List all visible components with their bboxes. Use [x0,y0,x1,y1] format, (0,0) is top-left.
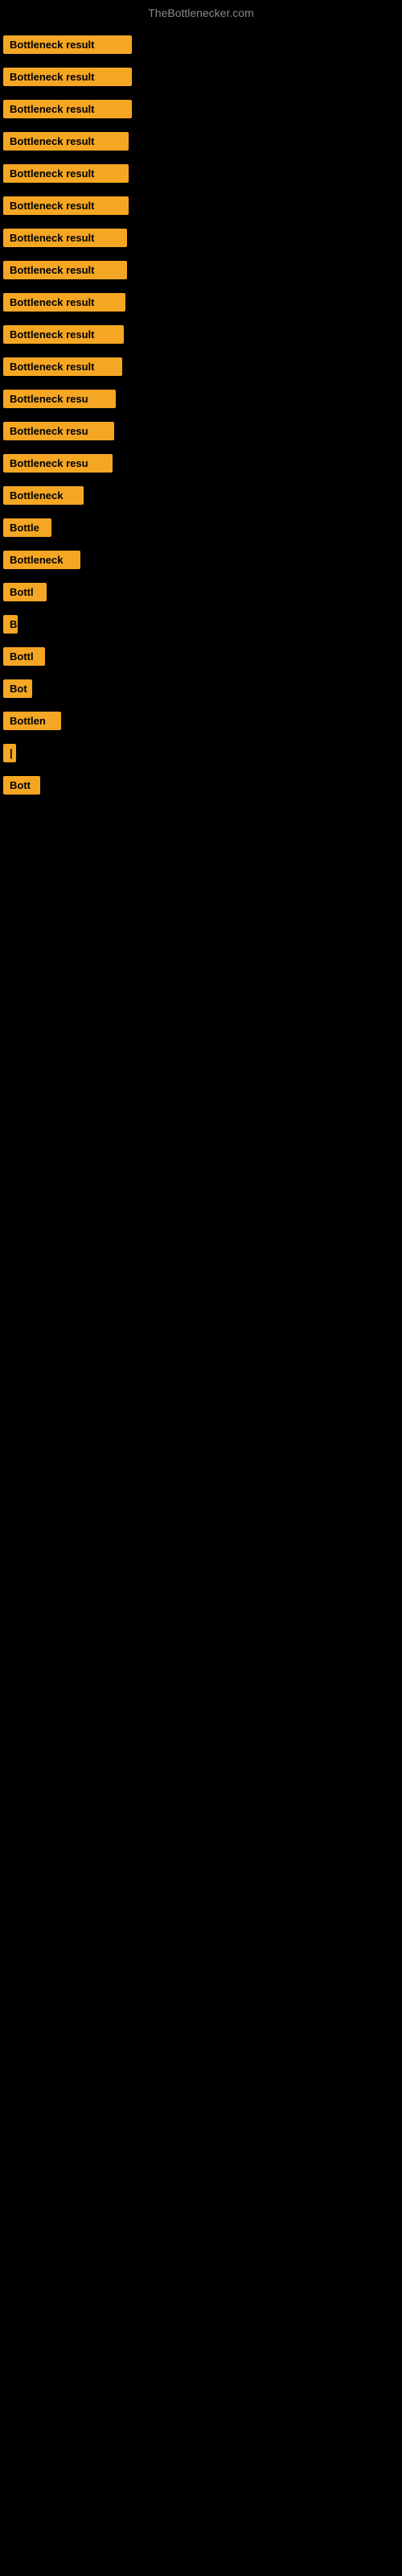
result-row: Bot [0,675,402,707]
bottleneck-badge[interactable]: Bottleneck result [3,261,127,279]
bottleneck-badge[interactable]: Bottleneck result [3,325,124,344]
result-row: Bottleneck result [0,159,402,192]
bottleneck-badge[interactable]: Bottl [3,647,45,666]
bottleneck-badge[interactable]: Bottleneck [3,486,84,505]
result-row: Bottleneck [0,481,402,514]
bottleneck-badge[interactable]: Bottleneck resu [3,454,113,473]
bottleneck-badge[interactable]: Bottlen [3,712,61,730]
result-row: Bottleneck resu [0,385,402,417]
result-row: Bottleneck result [0,192,402,224]
bottleneck-badge[interactable]: Bottleneck result [3,164,129,183]
bottleneck-badge[interactable]: Bottleneck result [3,293,125,312]
site-header: TheBottlenecker.com [0,0,402,31]
results-container: Bottleneck result Bottleneck result Bottle… [0,31,402,803]
bottleneck-badge[interactable]: Bottle [3,518,51,537]
bottleneck-badge[interactable]: Bottleneck result [3,357,122,376]
result-row: Bott [0,771,402,803]
result-row: Bottleneck result [0,127,402,159]
result-row: Bottleneck result [0,63,402,95]
result-row: Bottleneck resu [0,417,402,449]
result-row: Bottl [0,642,402,675]
bottleneck-badge[interactable]: Bottleneck [3,551,80,569]
bottleneck-badge[interactable]: Bottleneck resu [3,422,114,440]
bottleneck-badge[interactable]: Bottleneck result [3,100,132,118]
result-row: Bottleneck result [0,31,402,63]
bottleneck-badge[interactable]: Bottleneck resu [3,390,116,408]
result-row: Bottleneck result [0,320,402,353]
bottleneck-badge[interactable]: Bottl [3,583,47,601]
page-wrapper: TheBottlenecker.com Bottleneck resultBot… [0,0,402,803]
result-row: Bottleneck result [0,256,402,288]
bottleneck-badge[interactable]: Bot [3,679,32,698]
result-row: | [0,739,402,771]
result-row: Bottl [0,578,402,610]
result-row: Bottleneck result [0,224,402,256]
bottleneck-badge[interactable]: Bottleneck result [3,35,132,54]
result-row: Bottleneck [0,546,402,578]
result-row: Bottleneck result [0,95,402,127]
bottleneck-badge[interactable]: Bottleneck result [3,196,129,215]
bottleneck-badge[interactable]: B [3,615,18,634]
bottleneck-badge[interactable]: Bott [3,776,40,795]
bottleneck-badge[interactable]: Bottleneck result [3,229,127,247]
bottleneck-badge[interactable]: Bottleneck result [3,68,132,86]
result-row: Bottleneck result [0,353,402,385]
result-row: Bottle [0,514,402,546]
bottleneck-badge[interactable]: Bottleneck result [3,132,129,151]
result-row: Bottleneck resu [0,449,402,481]
result-row: Bottleneck result [0,288,402,320]
result-row: B [0,610,402,642]
site-title: TheBottlenecker.com [148,6,254,19]
result-row: Bottlen [0,707,402,739]
bottleneck-badge[interactable]: | [3,744,16,762]
